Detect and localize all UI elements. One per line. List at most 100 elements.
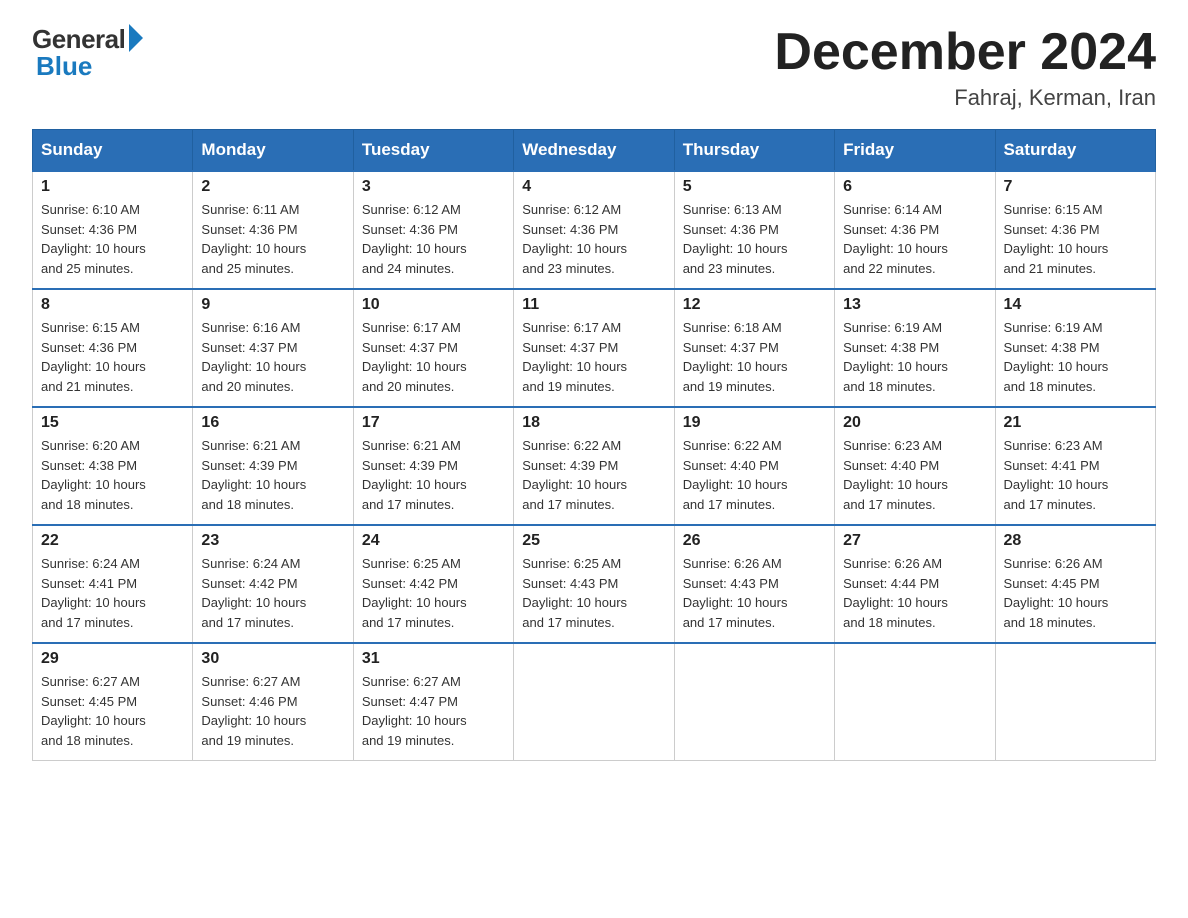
location-title: Fahraj, Kerman, Iran — [774, 85, 1156, 111]
logo-triangle-icon — [129, 24, 143, 52]
table-row: 21 Sunrise: 6:23 AM Sunset: 4:41 PM Dayl… — [995, 407, 1155, 525]
day-number: 15 — [41, 414, 184, 432]
table-row: 22 Sunrise: 6:24 AM Sunset: 4:41 PM Dayl… — [33, 525, 193, 643]
day-info: Sunrise: 6:21 AM Sunset: 4:39 PM Dayligh… — [201, 436, 344, 514]
day-number: 4 — [522, 178, 665, 196]
day-number: 2 — [201, 178, 344, 196]
day-number: 11 — [522, 296, 665, 314]
table-row: 12 Sunrise: 6:18 AM Sunset: 4:37 PM Dayl… — [674, 289, 834, 407]
day-info: Sunrise: 6:26 AM Sunset: 4:43 PM Dayligh… — [683, 554, 826, 632]
day-number: 22 — [41, 532, 184, 550]
month-title: December 2024 — [774, 24, 1156, 81]
table-row: 28 Sunrise: 6:26 AM Sunset: 4:45 PM Dayl… — [995, 525, 1155, 643]
calendar-header-row: Sunday Monday Tuesday Wednesday Thursday… — [33, 130, 1156, 172]
day-info: Sunrise: 6:15 AM Sunset: 4:36 PM Dayligh… — [1004, 200, 1147, 278]
table-row: 30 Sunrise: 6:27 AM Sunset: 4:46 PM Dayl… — [193, 643, 353, 761]
day-info: Sunrise: 6:16 AM Sunset: 4:37 PM Dayligh… — [201, 318, 344, 396]
table-row: 17 Sunrise: 6:21 AM Sunset: 4:39 PM Dayl… — [353, 407, 513, 525]
logo: General Blue — [32, 24, 143, 82]
calendar-week-row: 15 Sunrise: 6:20 AM Sunset: 4:38 PM Dayl… — [33, 407, 1156, 525]
day-number: 30 — [201, 650, 344, 668]
day-info: Sunrise: 6:22 AM Sunset: 4:40 PM Dayligh… — [683, 436, 826, 514]
table-row — [514, 643, 674, 761]
day-info: Sunrise: 6:12 AM Sunset: 4:36 PM Dayligh… — [362, 200, 505, 278]
day-number: 1 — [41, 178, 184, 196]
day-number: 29 — [41, 650, 184, 668]
table-row: 29 Sunrise: 6:27 AM Sunset: 4:45 PM Dayl… — [33, 643, 193, 761]
day-info: Sunrise: 6:24 AM Sunset: 4:41 PM Dayligh… — [41, 554, 184, 632]
day-info: Sunrise: 6:19 AM Sunset: 4:38 PM Dayligh… — [843, 318, 986, 396]
table-row: 31 Sunrise: 6:27 AM Sunset: 4:47 PM Dayl… — [353, 643, 513, 761]
day-number: 7 — [1004, 178, 1147, 196]
col-thursday: Thursday — [674, 130, 834, 172]
table-row: 7 Sunrise: 6:15 AM Sunset: 4:36 PM Dayli… — [995, 171, 1155, 289]
day-info: Sunrise: 6:11 AM Sunset: 4:36 PM Dayligh… — [201, 200, 344, 278]
day-info: Sunrise: 6:25 AM Sunset: 4:43 PM Dayligh… — [522, 554, 665, 632]
calendar-week-row: 8 Sunrise: 6:15 AM Sunset: 4:36 PM Dayli… — [33, 289, 1156, 407]
day-number: 5 — [683, 178, 826, 196]
day-info: Sunrise: 6:24 AM Sunset: 4:42 PM Dayligh… — [201, 554, 344, 632]
day-number: 6 — [843, 178, 986, 196]
day-info: Sunrise: 6:17 AM Sunset: 4:37 PM Dayligh… — [362, 318, 505, 396]
table-row: 11 Sunrise: 6:17 AM Sunset: 4:37 PM Dayl… — [514, 289, 674, 407]
day-info: Sunrise: 6:23 AM Sunset: 4:41 PM Dayligh… — [1004, 436, 1147, 514]
day-info: Sunrise: 6:25 AM Sunset: 4:42 PM Dayligh… — [362, 554, 505, 632]
day-number: 3 — [362, 178, 505, 196]
title-section: December 2024 Fahraj, Kerman, Iran — [774, 24, 1156, 111]
day-info: Sunrise: 6:18 AM Sunset: 4:37 PM Dayligh… — [683, 318, 826, 396]
table-row: 3 Sunrise: 6:12 AM Sunset: 4:36 PM Dayli… — [353, 171, 513, 289]
day-number: 16 — [201, 414, 344, 432]
table-row: 18 Sunrise: 6:22 AM Sunset: 4:39 PM Dayl… — [514, 407, 674, 525]
day-number: 10 — [362, 296, 505, 314]
col-tuesday: Tuesday — [353, 130, 513, 172]
calendar-week-row: 22 Sunrise: 6:24 AM Sunset: 4:41 PM Dayl… — [33, 525, 1156, 643]
day-number: 27 — [843, 532, 986, 550]
day-number: 23 — [201, 532, 344, 550]
table-row — [835, 643, 995, 761]
table-row: 19 Sunrise: 6:22 AM Sunset: 4:40 PM Dayl… — [674, 407, 834, 525]
table-row: 26 Sunrise: 6:26 AM Sunset: 4:43 PM Dayl… — [674, 525, 834, 643]
table-row: 25 Sunrise: 6:25 AM Sunset: 4:43 PM Dayl… — [514, 525, 674, 643]
table-row: 20 Sunrise: 6:23 AM Sunset: 4:40 PM Dayl… — [835, 407, 995, 525]
day-number: 12 — [683, 296, 826, 314]
day-info: Sunrise: 6:15 AM Sunset: 4:36 PM Dayligh… — [41, 318, 184, 396]
table-row: 8 Sunrise: 6:15 AM Sunset: 4:36 PM Dayli… — [33, 289, 193, 407]
table-row: 2 Sunrise: 6:11 AM Sunset: 4:36 PM Dayli… — [193, 171, 353, 289]
day-number: 8 — [41, 296, 184, 314]
table-row: 10 Sunrise: 6:17 AM Sunset: 4:37 PM Dayl… — [353, 289, 513, 407]
calendar-table: Sunday Monday Tuesday Wednesday Thursday… — [32, 129, 1156, 761]
day-info: Sunrise: 6:21 AM Sunset: 4:39 PM Dayligh… — [362, 436, 505, 514]
col-friday: Friday — [835, 130, 995, 172]
day-number: 25 — [522, 532, 665, 550]
day-info: Sunrise: 6:27 AM Sunset: 4:46 PM Dayligh… — [201, 672, 344, 750]
day-info: Sunrise: 6:26 AM Sunset: 4:44 PM Dayligh… — [843, 554, 986, 632]
table-row: 13 Sunrise: 6:19 AM Sunset: 4:38 PM Dayl… — [835, 289, 995, 407]
day-number: 13 — [843, 296, 986, 314]
day-number: 28 — [1004, 532, 1147, 550]
calendar-week-row: 1 Sunrise: 6:10 AM Sunset: 4:36 PM Dayli… — [33, 171, 1156, 289]
day-number: 17 — [362, 414, 505, 432]
table-row: 15 Sunrise: 6:20 AM Sunset: 4:38 PM Dayl… — [33, 407, 193, 525]
table-row: 23 Sunrise: 6:24 AM Sunset: 4:42 PM Dayl… — [193, 525, 353, 643]
logo-blue-text: Blue — [32, 51, 92, 82]
day-number: 24 — [362, 532, 505, 550]
day-info: Sunrise: 6:14 AM Sunset: 4:36 PM Dayligh… — [843, 200, 986, 278]
day-number: 21 — [1004, 414, 1147, 432]
day-info: Sunrise: 6:27 AM Sunset: 4:47 PM Dayligh… — [362, 672, 505, 750]
day-info: Sunrise: 6:19 AM Sunset: 4:38 PM Dayligh… — [1004, 318, 1147, 396]
day-number: 18 — [522, 414, 665, 432]
day-number: 26 — [683, 532, 826, 550]
table-row: 14 Sunrise: 6:19 AM Sunset: 4:38 PM Dayl… — [995, 289, 1155, 407]
day-number: 31 — [362, 650, 505, 668]
table-row — [995, 643, 1155, 761]
col-sunday: Sunday — [33, 130, 193, 172]
col-monday: Monday — [193, 130, 353, 172]
day-info: Sunrise: 6:17 AM Sunset: 4:37 PM Dayligh… — [522, 318, 665, 396]
day-info: Sunrise: 6:23 AM Sunset: 4:40 PM Dayligh… — [843, 436, 986, 514]
day-number: 14 — [1004, 296, 1147, 314]
day-number: 9 — [201, 296, 344, 314]
table-row: 16 Sunrise: 6:21 AM Sunset: 4:39 PM Dayl… — [193, 407, 353, 525]
day-info: Sunrise: 6:20 AM Sunset: 4:38 PM Dayligh… — [41, 436, 184, 514]
day-number: 19 — [683, 414, 826, 432]
day-number: 20 — [843, 414, 986, 432]
